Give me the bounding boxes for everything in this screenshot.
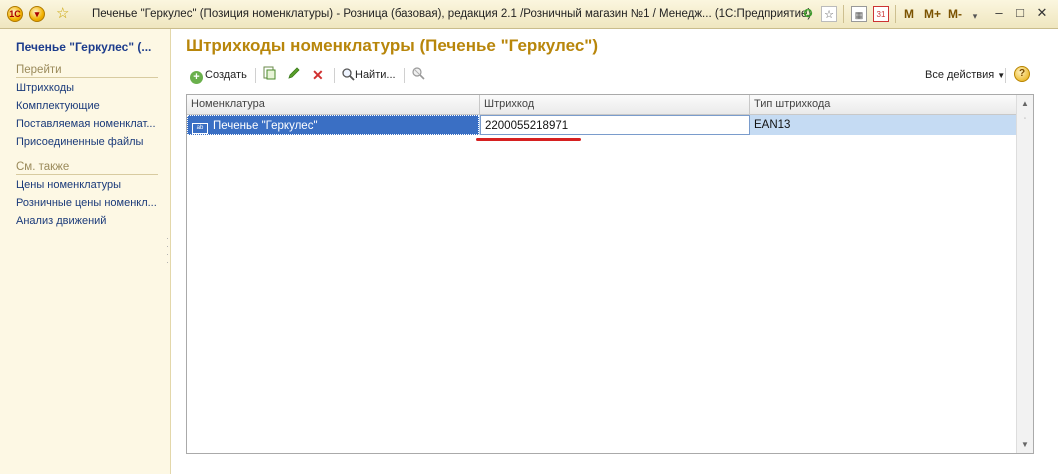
vertical-scrollbar[interactable]: ▲ ▫ ▼ (1016, 95, 1033, 453)
app-logo-icon[interactable]: 1C (7, 6, 23, 22)
nav-link-movement-analysis[interactable]: Анализ движений (16, 215, 106, 227)
maximize-icon[interactable]: □ (1012, 5, 1028, 21)
item-tag-icon: ab (192, 123, 208, 134)
dropdown-icon[interactable]: ▾ (967, 8, 983, 24)
navigation-panel: Печенье "Геркулес" (... Перейти Штрихкод… (0, 29, 171, 474)
column-header-barcode[interactable]: Штрихкод (480, 95, 750, 114)
favorite-star-icon[interactable]: ☆ (56, 4, 69, 22)
nav-link-attached-files[interactable]: Присоединенные файлы (16, 136, 143, 148)
calculator-icon[interactable]: ▦ (851, 6, 867, 22)
close-icon[interactable]: ✕ (1034, 5, 1050, 21)
nav-link-components[interactable]: Комплектующие (16, 100, 100, 112)
plus-icon: + (190, 71, 203, 84)
create-button[interactable]: + Создать (190, 66, 247, 84)
goto-section-header: Перейти (16, 64, 158, 78)
all-actions-menu[interactable]: Все действия ▼ (925, 66, 1005, 85)
memory-mminus-button[interactable]: M- (948, 7, 962, 21)
nav-link-barcodes[interactable]: Штрихкоды (16, 82, 74, 94)
minimize-icon[interactable]: – (991, 5, 1007, 21)
column-header-barcode-type[interactable]: Тип штрихкода (750, 95, 1017, 114)
column-header-nomenclature[interactable]: Номенклатура (187, 95, 480, 114)
create-button-label: Создать (205, 69, 247, 81)
memory-mplus-button[interactable]: M+ (924, 7, 941, 21)
all-actions-label: Все действия (925, 69, 995, 81)
nav-link-item-prices[interactable]: Цены номенклатуры (16, 179, 121, 191)
window-title-bar: 1C ▾ ☆ Печенье "Геркулес" (Позиция номен… (0, 0, 1058, 29)
scroll-down-icon[interactable]: ▼ (1017, 436, 1033, 453)
main-menu-icon[interactable]: ▾ (29, 6, 45, 22)
scroll-thumb[interactable]: ▫ (1017, 114, 1033, 124)
copy-button[interactable] (262, 66, 276, 84)
cell-barcode-type[interactable]: EAN13 (750, 115, 1017, 135)
window-title: Печенье "Геркулес" (Позиция номенклатуры… (92, 8, 812, 20)
delete-button[interactable]: ✕ (312, 66, 324, 84)
nav-panel-title: Печенье "Геркулес" (... (16, 40, 152, 54)
cell-nomenclature[interactable]: ab Печенье "Геркулес" (187, 115, 479, 135)
table-row[interactable]: ab Печенье "Геркулес" 2200055218971 EAN13 (187, 115, 1017, 135)
chevron-down-icon: ▼ (997, 71, 1006, 80)
add-to-favorites-icon[interactable]: ✪ (800, 6, 816, 22)
cell-barcode[interactable]: 2200055218971 (480, 115, 750, 135)
help-icon[interactable]: ? (1014, 66, 1030, 82)
cancel-search-icon (412, 67, 425, 80)
find-button-label: Найти... (355, 69, 396, 81)
toolbar-separator (1005, 68, 1006, 83)
calendar-icon[interactable]: 31 (873, 6, 889, 22)
delete-x-icon: ✕ (312, 67, 324, 83)
cell-nomenclature-text: Печенье "Геркулес" (213, 120, 318, 132)
history-icon[interactable]: ☆ (821, 6, 837, 22)
scroll-up-icon[interactable]: ▲ (1017, 95, 1033, 112)
toolbar-separator (255, 68, 256, 83)
toolbar-separator (895, 5, 896, 23)
find-button[interactable]: Найти... (341, 66, 396, 84)
page-title: Штрихкоды номенклатуры (Печенье "Геркуле… (186, 36, 599, 55)
nav-link-supplied-items[interactable]: Поставляемая номенклат... (16, 118, 156, 130)
toolbar-separator (404, 68, 405, 83)
memory-m-button[interactable]: M (904, 7, 914, 21)
highlight-underline (476, 138, 581, 141)
panel-resize-handle[interactable]: · · · · (166, 234, 169, 267)
magnifier-icon (342, 68, 355, 81)
table-header: Номенклатура Штрихкод Тип штрихкода (187, 95, 1017, 115)
toolbar: + Создать ✕ Найти... Все действия ▼ ? (186, 63, 1034, 87)
see-also-section-header: См. также (16, 161, 158, 175)
edit-button[interactable] (287, 66, 301, 84)
pencil-icon (288, 67, 300, 79)
barcodes-table: Номенклатура Штрихкод Тип штрихкода ab Пе… (186, 94, 1034, 454)
copy-icon (263, 66, 276, 80)
toolbar-separator (843, 5, 844, 23)
toolbar-separator (334, 68, 335, 83)
cancel-search-button[interactable] (411, 66, 425, 84)
nav-link-retail-prices[interactable]: Розничные цены номенкл... (16, 197, 157, 209)
